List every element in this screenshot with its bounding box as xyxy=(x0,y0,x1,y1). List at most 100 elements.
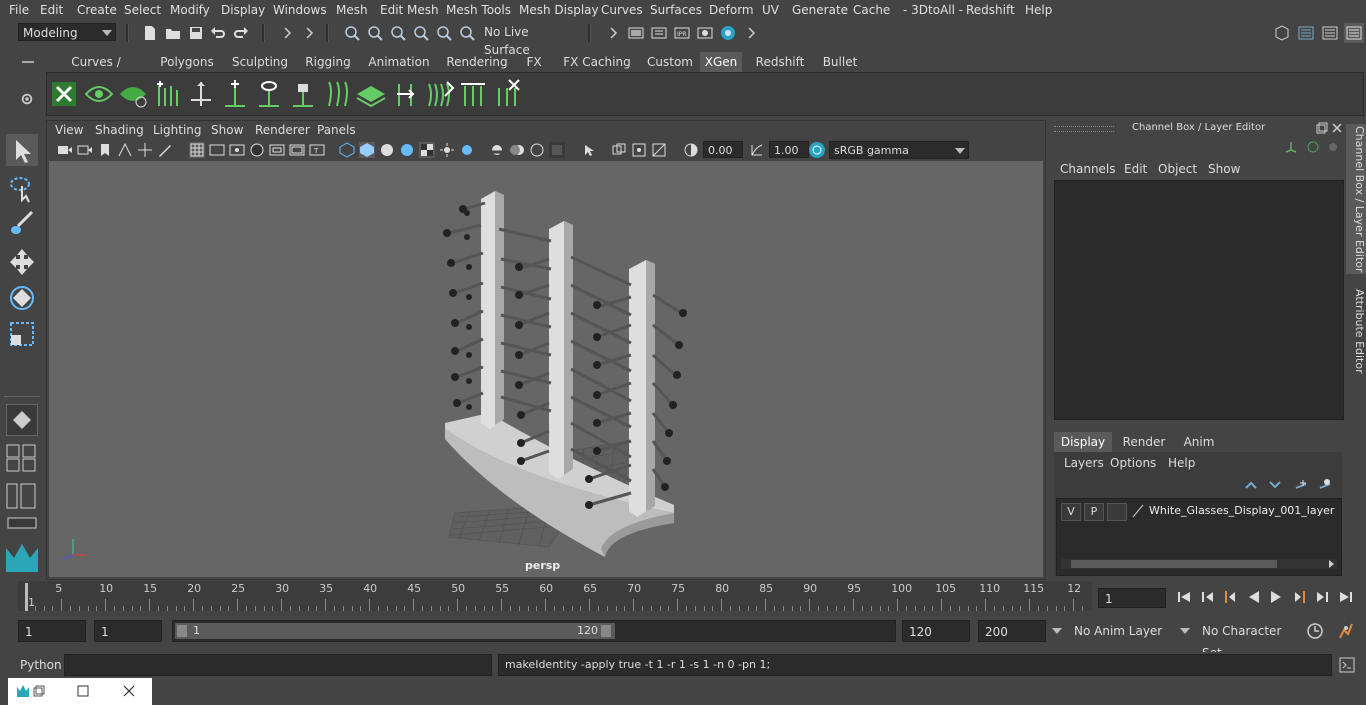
xgen-add-guide-icon[interactable] xyxy=(151,78,183,110)
single-perspective-layout-icon[interactable] xyxy=(6,404,38,436)
textured-icon[interactable] xyxy=(419,142,435,158)
xgen-guide-flip-icon[interactable] xyxy=(389,78,421,110)
viewport-menu-renderer[interactable]: Renderer xyxy=(255,123,310,137)
xray-joints-icon[interactable] xyxy=(631,142,647,158)
tab-redshift[interactable]: Redshift xyxy=(750,52,810,72)
tab-rigging[interactable]: Rigging xyxy=(300,52,356,72)
color-management-icon[interactable] xyxy=(809,142,825,158)
viewport-menu-lighting[interactable]: Lighting xyxy=(153,123,202,137)
xray-components-icon[interactable] xyxy=(651,142,667,158)
script-language-toggle[interactable]: Python xyxy=(20,658,62,672)
menu-edit-mesh[interactable]: Edit Mesh xyxy=(380,3,439,17)
help-menu[interactable]: Help xyxy=(1168,456,1195,470)
menu-create[interactable]: Create xyxy=(77,3,117,17)
xgen-clear-preview-icon[interactable] xyxy=(117,78,149,110)
viewport-menu-show[interactable]: Show xyxy=(211,123,243,137)
tab-sculpting[interactable]: Sculpting xyxy=(226,52,294,72)
layout-toggle-icon[interactable] xyxy=(6,516,38,530)
menu-file[interactable]: File xyxy=(9,3,29,17)
layer-playback-toggle[interactable]: P xyxy=(1084,503,1104,521)
snap-grid-icon[interactable] xyxy=(344,25,360,41)
hyperbolic-icon[interactable] xyxy=(1326,140,1340,154)
step-forward-key-icon[interactable] xyxy=(1292,589,1308,605)
shadows-icon[interactable] xyxy=(459,142,475,158)
tab-render[interactable]: Render xyxy=(1114,432,1174,452)
xgen-guide-plane-icon[interactable] xyxy=(355,78,387,110)
time-slider[interactable]: 1 5 10 15 20 25 30 35 40 45 50 55 60 65 70 75 80 85 90 95 10… xyxy=(18,581,1092,611)
tab-anim[interactable]: Anim xyxy=(1174,432,1224,452)
menu-3dtoall[interactable]: - 3DtoAll - xyxy=(903,3,963,17)
go-to-start-icon[interactable] xyxy=(1176,589,1192,605)
play-forwards-icon[interactable] xyxy=(1268,589,1284,605)
xgen-move-guide-icon[interactable] xyxy=(185,78,217,110)
outliner-layout-icon[interactable] xyxy=(6,482,38,510)
viewport-3d-canvas[interactable]: persp xyxy=(49,161,1043,577)
go-to-end-icon[interactable] xyxy=(1338,589,1354,605)
menu-curves[interactable]: Curves xyxy=(601,3,643,17)
script-editor-icon[interactable] xyxy=(1338,656,1356,674)
tab-channel-box-layer-editor[interactable]: Channel Box / Layer Editor xyxy=(1346,124,1366,274)
range-end-handle[interactable] xyxy=(601,625,611,637)
bookmark-icon[interactable] xyxy=(97,142,113,158)
menu-mesh-display[interactable]: Mesh Display xyxy=(519,3,599,17)
float-panel-icon[interactable] xyxy=(1316,122,1328,134)
snap-point-icon[interactable] xyxy=(390,25,406,41)
move-tool-icon[interactable] xyxy=(6,246,38,278)
use-all-lights-icon[interactable] xyxy=(439,142,455,158)
collapse-arrow-icon[interactable] xyxy=(744,25,760,41)
edit-menu[interactable]: Edit xyxy=(1124,162,1147,176)
new-layer-icon[interactable] xyxy=(1294,478,1308,492)
xgen-guide-add-icon[interactable] xyxy=(219,78,251,110)
tab-xgen[interactable]: XGen xyxy=(700,52,742,72)
render-frame-icon[interactable] xyxy=(628,25,644,41)
collapse-arrow-icon[interactable] xyxy=(302,25,318,41)
four-view-layout-icon[interactable] xyxy=(6,444,38,472)
chevron-down-icon[interactable] xyxy=(1180,628,1190,634)
lasso-tool-icon[interactable] xyxy=(6,172,38,204)
speed-icon[interactable] xyxy=(1306,140,1320,154)
menu-cache[interactable]: Cache xyxy=(853,3,890,17)
menu-uv[interactable]: UV xyxy=(762,3,779,17)
tab-polygons[interactable]: Polygons xyxy=(154,52,220,72)
safe-action-icon[interactable] xyxy=(289,142,305,158)
new-scene-icon[interactable] xyxy=(142,25,158,41)
tab-animation[interactable]: Animation xyxy=(362,52,436,72)
exposure-field[interactable]: 0.00 xyxy=(703,141,743,158)
xgen-guide-select-icon[interactable] xyxy=(253,78,285,110)
shelf-settings-gear-icon[interactable] xyxy=(20,92,36,106)
isolate-select-icon[interactable] xyxy=(581,142,597,158)
anti-aliasing-icon[interactable] xyxy=(529,142,545,158)
hypershade-icon[interactable] xyxy=(720,25,736,41)
motion-blur-icon[interactable] xyxy=(509,142,525,158)
xgen-guide-length-icon[interactable] xyxy=(457,78,489,110)
viewport-menu-panels[interactable]: Panels xyxy=(317,123,356,137)
undo-icon[interactable] xyxy=(210,25,226,41)
save-scene-icon[interactable] xyxy=(188,25,204,41)
menu-redshift[interactable]: Redshift xyxy=(966,3,1015,17)
gamma-icon[interactable] xyxy=(749,142,765,158)
drag-handle[interactable] xyxy=(1054,126,1114,132)
object-menu[interactable]: Object xyxy=(1158,162,1197,176)
layer-display-type-toggle[interactable] xyxy=(1107,503,1127,521)
xgen-guide-delete-icon[interactable] xyxy=(491,78,523,110)
menu-edit[interactable]: Edit xyxy=(40,3,63,17)
playback-end-field[interactable]: 120 xyxy=(902,620,970,642)
ambient-occlusion-icon[interactable] xyxy=(489,142,505,158)
menu-windows[interactable]: Windows xyxy=(273,3,327,17)
gamma-field[interactable]: 1.00 xyxy=(769,141,809,158)
tab-curves-surfaces[interactable]: Curves / Surfaces xyxy=(46,52,146,89)
shelf-menu-icon[interactable] xyxy=(20,56,36,68)
gate-mask-icon[interactable] xyxy=(249,142,265,158)
menu-select[interactable]: Select xyxy=(124,3,161,17)
rotate-tool-icon[interactable] xyxy=(6,282,38,314)
range-start-handle[interactable] xyxy=(177,625,187,637)
maya-logo-icon[interactable] xyxy=(4,542,40,574)
snap-curve-icon[interactable] xyxy=(367,25,383,41)
auto-key-icon[interactable] xyxy=(1306,622,1324,640)
current-frame-field[interactable]: 1 xyxy=(1098,588,1166,608)
step-back-key-icon[interactable] xyxy=(1222,589,1238,605)
tab-attribute-editor[interactable]: Attribute Editor xyxy=(1346,286,1366,376)
snap-view-icon[interactable] xyxy=(413,25,429,41)
chevron-down-icon[interactable] xyxy=(1052,628,1062,634)
tab-bullet[interactable]: Bullet xyxy=(818,52,862,72)
